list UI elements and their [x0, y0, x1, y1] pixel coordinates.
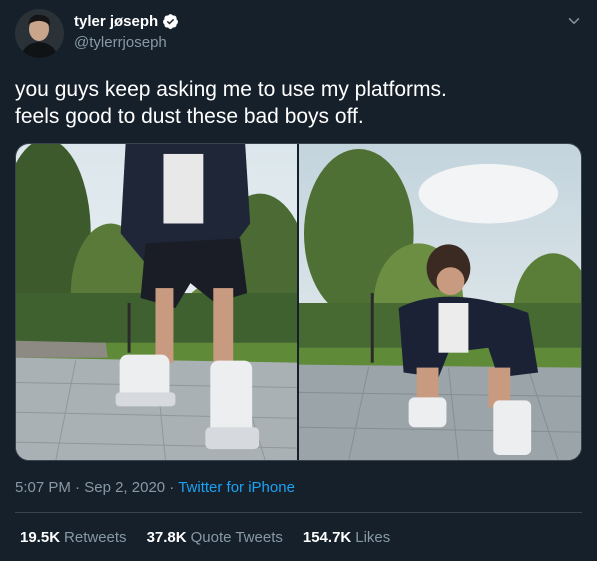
tweet-source-link[interactable]: Twitter for iPhone: [178, 479, 295, 496]
quote-tweets-stat[interactable]: 37.8K Quote Tweets: [147, 529, 283, 546]
likes-stat[interactable]: 154.7K Likes: [303, 529, 390, 546]
engagement-stats: 19.5K Retweets 37.8K Quote Tweets 154.7K Li…: [20, 529, 410, 546]
tweet-date[interactable]: Sep 2, 2020: [84, 479, 165, 496]
photo-2[interactable]: [299, 144, 581, 460]
more-options-chevron-down-icon[interactable]: [565, 12, 583, 30]
avatar[interactable]: [15, 9, 64, 58]
quote-tweets-count: 37.8K: [146, 529, 187, 546]
verified-badge-icon: [162, 13, 179, 30]
tweet-time[interactable]: 5:07 PM: [15, 479, 71, 496]
tweet-text: you guys keep asking me to use my platfo…: [15, 76, 585, 130]
author-display-name[interactable]: tyler jøseph: [74, 13, 158, 30]
likes-count: 154.7K: [302, 529, 352, 546]
retweets-count: 19.5K: [20, 529, 61, 546]
retweets-label: Retweets: [64, 529, 127, 546]
tweet-text-line-2: feels good to dust these bad boys off.: [15, 105, 364, 128]
platform-shoes-photo-crouching: [299, 144, 581, 460]
author-handle[interactable]: @tylerrjoseph: [74, 34, 167, 51]
platform-shoes-photo-standing: [16, 144, 297, 460]
likes-label: Likes: [355, 529, 391, 546]
meta-separator: ·: [70, 479, 85, 496]
media-grid: [15, 143, 582, 461]
retweets-stat[interactable]: 19.5K Retweets: [20, 529, 127, 546]
tweet-card: tyler jøseph @tylerrjoseph you guys keep…: [0, 0, 597, 561]
tweet-text-line-1: you guys keep asking me to use my platfo…: [15, 78, 447, 101]
meta-separator: ·: [165, 479, 179, 496]
tweet-timestamp-line: 5:07 PM · Sep 2, 2020 · Twitter for iPho…: [15, 479, 295, 496]
quote-tweets-label: Quote Tweets: [190, 529, 283, 546]
avatar-image: [15, 9, 64, 58]
author-name-row[interactable]: tyler jøseph: [74, 13, 179, 30]
photo-1[interactable]: [16, 144, 297, 460]
stats-divider: [15, 512, 582, 513]
